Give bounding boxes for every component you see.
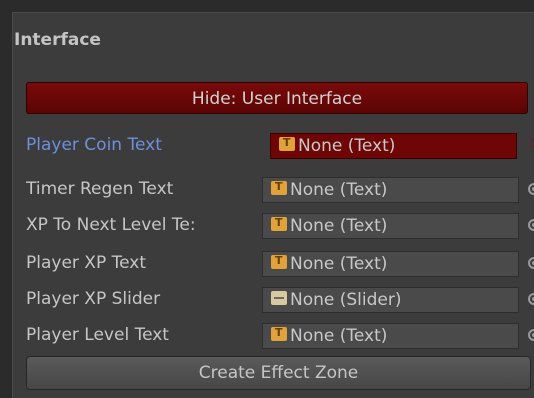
object-field-xp-to-next-level-text[interactable]: None (Text)	[262, 213, 519, 239]
field-value: None (Slider)	[290, 290, 402, 310]
field-row-player-xp-slider: Player XP Slider None (Slider)	[26, 284, 534, 314]
object-picker-icon[interactable]	[528, 219, 534, 231]
hide-user-interface-bar[interactable]: Hide: User Interface	[26, 82, 528, 114]
field-value: None (Text)	[290, 180, 388, 200]
slider-icon	[271, 291, 287, 305]
field-value: None (Text)	[298, 136, 396, 156]
object-field-player-coin-text[interactable]: None (Text)	[270, 133, 517, 159]
object-picker-icon[interactable]	[528, 293, 534, 305]
field-row-player-xp-text: Player XP Text None (Text)	[26, 248, 534, 278]
object-field-timer-regen-text[interactable]: None (Text)	[262, 177, 519, 203]
field-label: XP To Next Level Te:	[26, 215, 196, 235]
object-field-player-level-text[interactable]: None (Text)	[262, 323, 519, 349]
object-picker-icon[interactable]	[528, 183, 534, 195]
field-label: Player XP Text	[26, 253, 146, 273]
text-icon	[279, 136, 295, 151]
object-field-player-xp-text[interactable]: None (Text)	[262, 251, 519, 277]
field-label: Timer Regen Text	[26, 179, 174, 199]
object-field-player-xp-slider[interactable]: None (Slider)	[262, 287, 519, 313]
field-value: None (Text)	[290, 216, 388, 236]
field-value: None (Text)	[290, 326, 388, 346]
object-picker-icon[interactable]	[528, 329, 534, 341]
remove-icon[interactable]: ×	[528, 134, 534, 154]
field-label: Player Level Text	[26, 325, 169, 345]
text-icon	[271, 326, 287, 341]
object-picker-icon[interactable]	[528, 257, 534, 269]
text-icon	[271, 254, 287, 269]
field-label: Player XP Slider	[26, 289, 161, 309]
field-label: Player Coin Text	[26, 135, 162, 155]
section-title: Interface	[14, 30, 101, 50]
field-row-player-coin-text: Player Coin Text None (Text) ×	[26, 130, 534, 160]
field-row-xp-to-next-level-text: XP To Next Level Te: None (Text)	[26, 210, 534, 240]
create-effect-zone-button[interactable]: Create Effect Zone	[26, 356, 531, 390]
text-icon	[271, 216, 287, 231]
field-value: None (Text)	[290, 254, 388, 274]
field-row-timer-regen-text: Timer Regen Text None (Text)	[26, 174, 534, 204]
text-icon	[271, 180, 287, 195]
field-row-player-level-text: Player Level Text None (Text)	[26, 320, 534, 350]
